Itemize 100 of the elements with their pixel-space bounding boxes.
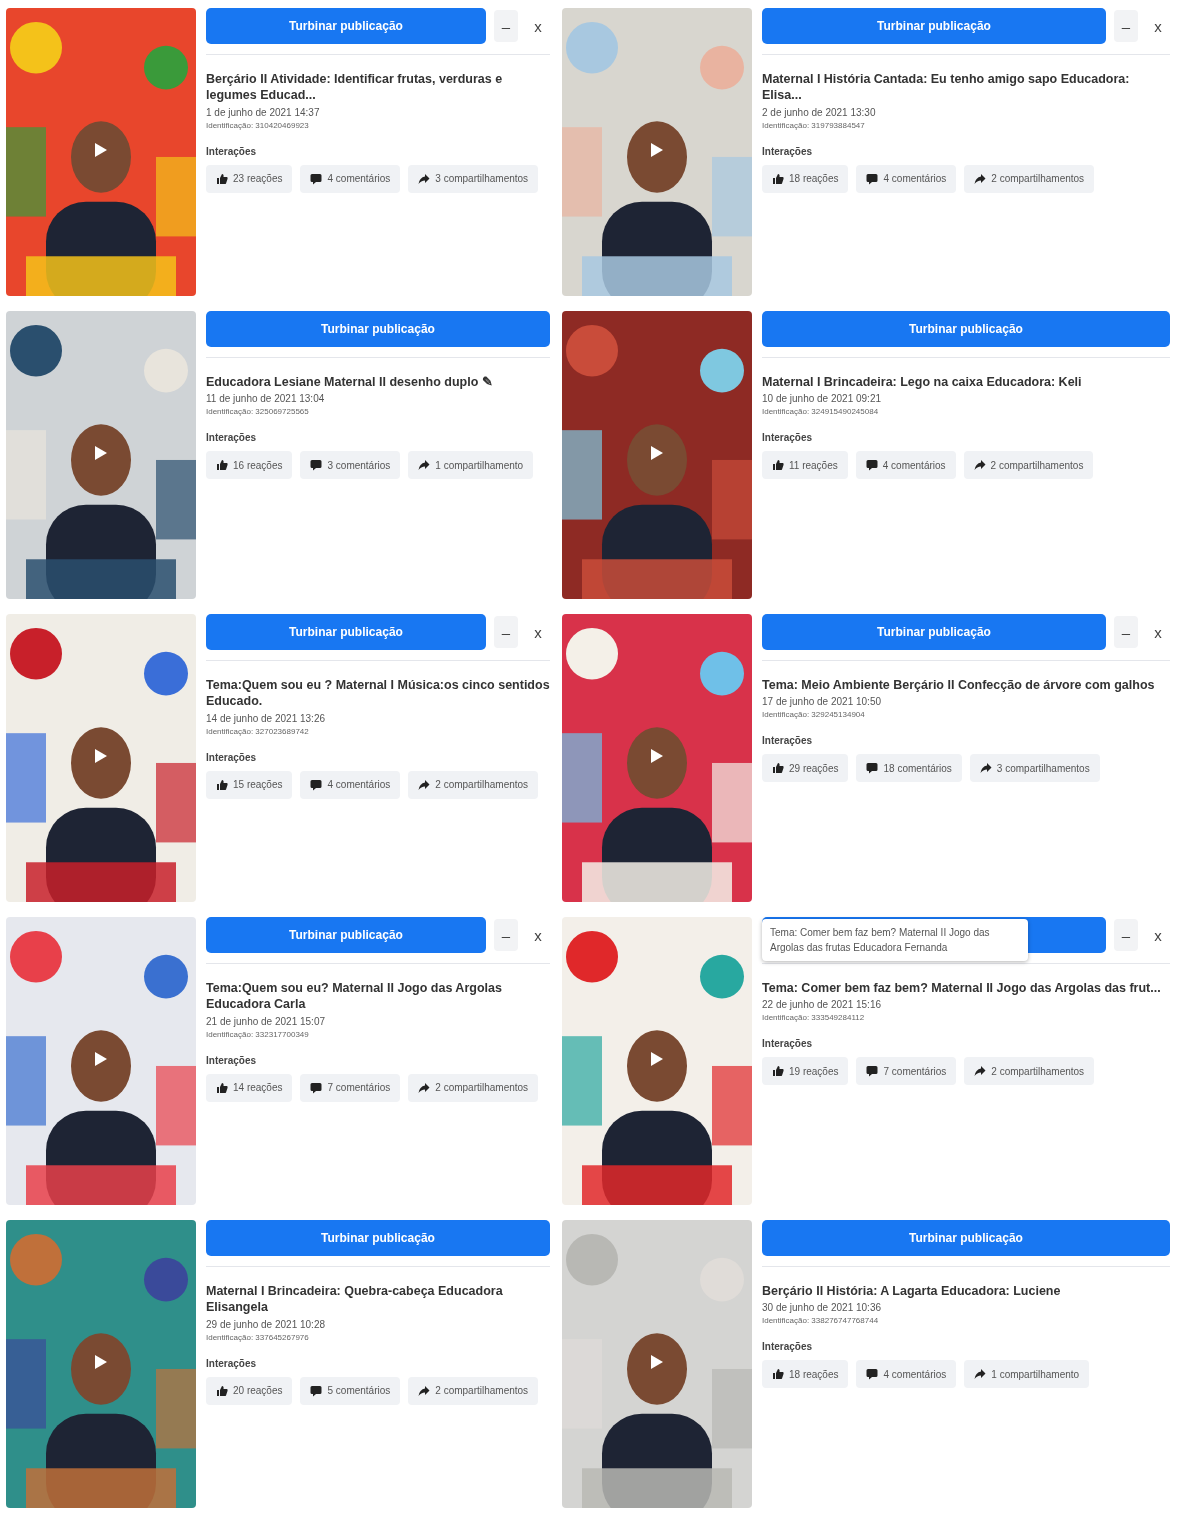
shares-count: 1 compartilhamento: [991, 1368, 1080, 1380]
reactions-count: 18 reações: [789, 173, 839, 184]
post-title: Maternal I Brincadeira: Lego na caixa Educadora: Keli: [762, 374, 1083, 391]
minimize-button[interactable]: –: [1114, 919, 1138, 951]
play-icon[interactable]: [650, 748, 664, 764]
comment-icon: [310, 778, 323, 791]
post-title: Tema:Quem sou eu ? Maternal I Música:os cinco sentidos Educado.: [206, 677, 550, 710]
minimize-button[interactable]: –: [494, 919, 518, 951]
minimize-button[interactable]: –: [1114, 616, 1138, 648]
shares-count: 2 compartilhamentos: [991, 1065, 1085, 1077]
comment-icon: [866, 762, 879, 775]
share-icon: [974, 172, 987, 185]
thumbs-up-icon: [216, 172, 228, 185]
play-icon[interactable]: [94, 748, 108, 764]
thumbs-up-icon: [772, 172, 784, 185]
comments-count: 7 comentários: [883, 1065, 947, 1077]
play-icon[interactable]: [94, 1051, 108, 1067]
boost-button[interactable]: Turbinar publicação: [206, 1220, 550, 1256]
play-icon[interactable]: [94, 1354, 108, 1370]
post-date: 10 de junho de 2021 09:21: [762, 393, 882, 405]
comment-icon: [866, 1065, 879, 1078]
close-button[interactable]: x: [1146, 919, 1170, 951]
share-icon: [418, 459, 431, 472]
share-icon: [418, 172, 431, 185]
interactions-label: Interações: [762, 1038, 814, 1050]
close-button[interactable]: x: [1146, 10, 1170, 42]
post-date: 21 de junho de 2021 15:07: [206, 1015, 326, 1027]
shares-count: 2 compartilhamentos: [991, 173, 1085, 184]
post-date: 30 de junho de 2021 10:36: [762, 1302, 882, 1314]
comment-icon: [866, 1368, 879, 1381]
interactions-label: Interações: [206, 145, 258, 157]
post-title: Tema:Quem sou eu? Maternal II Jogo das Argolas Educadora Carla: [206, 980, 503, 1013]
comments-count: 18 comentários: [883, 762, 952, 774]
interactions-label: Interações: [206, 1054, 258, 1066]
play-icon[interactable]: [650, 1051, 664, 1067]
post-title: Educadora Lesiane Maternal II desenho duplo ✎: [206, 374, 494, 391]
close-button[interactable]: x: [526, 919, 550, 951]
post-id: Identificação: 338276747768744: [762, 1316, 880, 1326]
comment-icon: [866, 172, 879, 185]
boost-button[interactable]: Turbinar publicação: [762, 614, 1106, 650]
boost-button[interactable]: Turbinar publicação: [206, 311, 550, 347]
thumbs-up-icon: [772, 1368, 784, 1381]
reactions-count: 18 reações: [789, 1368, 839, 1380]
post-id: Identificação: 329245134904: [762, 710, 866, 720]
play-icon[interactable]: [650, 1354, 664, 1370]
interactions-label: Interações: [206, 1357, 258, 1369]
interactions-label: Interações: [762, 432, 814, 444]
post-id: Identificação: 327023689742: [206, 726, 310, 736]
close-button[interactable]: x: [526, 10, 550, 42]
shares-count: 2 compartilhamentos: [990, 459, 1084, 471]
shares-count: 2 compartilhamentos: [435, 1385, 529, 1396]
post-id: Identificação: 319793884547: [762, 120, 866, 130]
comments-count: 4 comentários: [327, 779, 391, 790]
boost-button[interactable]: Turbinar publicação: [762, 1220, 1170, 1256]
play-icon[interactable]: [650, 142, 664, 158]
comments-count: 4 comentários: [883, 173, 947, 184]
post-id: Identificação: 325069725565: [206, 407, 310, 417]
post-date: 11 de junho de 2021 13:04: [206, 393, 326, 405]
comments-count: 4 comentários: [327, 173, 391, 184]
boost-button[interactable]: Turbinar publicação: [762, 8, 1106, 44]
share-icon: [418, 1384, 431, 1397]
comments-count: 5 comentários: [327, 1385, 391, 1396]
reactions-count: 23 reações: [233, 173, 283, 184]
minimize-button[interactable]: –: [494, 10, 518, 42]
comments-count: 4 comentários: [883, 1368, 947, 1380]
post-title: Berçário II Atividade: Identificar frutas, verduras e legumes Educad...: [206, 71, 504, 104]
interactions-label: Interações: [206, 751, 258, 763]
post-title: Maternal I Brincadeira: Quebra-cabeça Educadora Elisangela: [206, 1283, 504, 1316]
thumbs-up-icon: [772, 762, 784, 775]
thumbs-up-icon: [216, 459, 228, 472]
interactions-label: Interações: [762, 1341, 814, 1353]
post-id: Identificação: 333549284112: [762, 1013, 866, 1023]
post-title: Tema: Meio Ambiente Berçário II Confecção de árvore com galhos: [762, 677, 1156, 694]
share-icon: [979, 762, 992, 775]
play-icon[interactable]: [650, 445, 664, 461]
share-icon: [974, 1065, 987, 1078]
interactions-label: Interações: [762, 735, 814, 747]
post-id: Identificação: 324915490245084: [762, 407, 880, 417]
minimize-button[interactable]: –: [494, 616, 518, 648]
boost-button[interactable]: Turbinar publicação: [206, 917, 486, 953]
reactions-count: 20 reações: [233, 1385, 283, 1396]
comments-count: 3 comentários: [327, 459, 391, 471]
post-date: 29 de junho de 2021 10:28: [206, 1318, 326, 1330]
share-icon: [974, 1368, 987, 1381]
close-button[interactable]: x: [526, 616, 550, 648]
close-button[interactable]: x: [1146, 616, 1170, 648]
post-title: Maternal I História Cantada: Eu tenho amigo sapo Educadora: Elisa...: [762, 71, 1131, 104]
comment-icon: [310, 1081, 323, 1094]
shares-count: 3 compartilhamentos: [435, 173, 529, 184]
play-icon[interactable]: [94, 445, 108, 461]
boost-button[interactable]: Turbinar publicação: [762, 311, 1170, 347]
minimize-button[interactable]: –: [1114, 10, 1138, 42]
play-icon[interactable]: [94, 142, 108, 158]
boost-button[interactable]: Turbinar publicação: [206, 8, 486, 44]
post-date: 22 de junho de 2021 15:16: [762, 999, 882, 1011]
post-date: 17 de junho de 2021 10:50: [762, 696, 882, 708]
post-title: Tema: Comer bem faz bem? Maternal II Jogo das Argolas das frut...: [762, 980, 1162, 997]
comments-count: 7 comentários: [327, 1082, 391, 1093]
interactions-label: Interações: [206, 432, 258, 444]
boost-button[interactable]: Turbinar publicação: [206, 614, 486, 650]
